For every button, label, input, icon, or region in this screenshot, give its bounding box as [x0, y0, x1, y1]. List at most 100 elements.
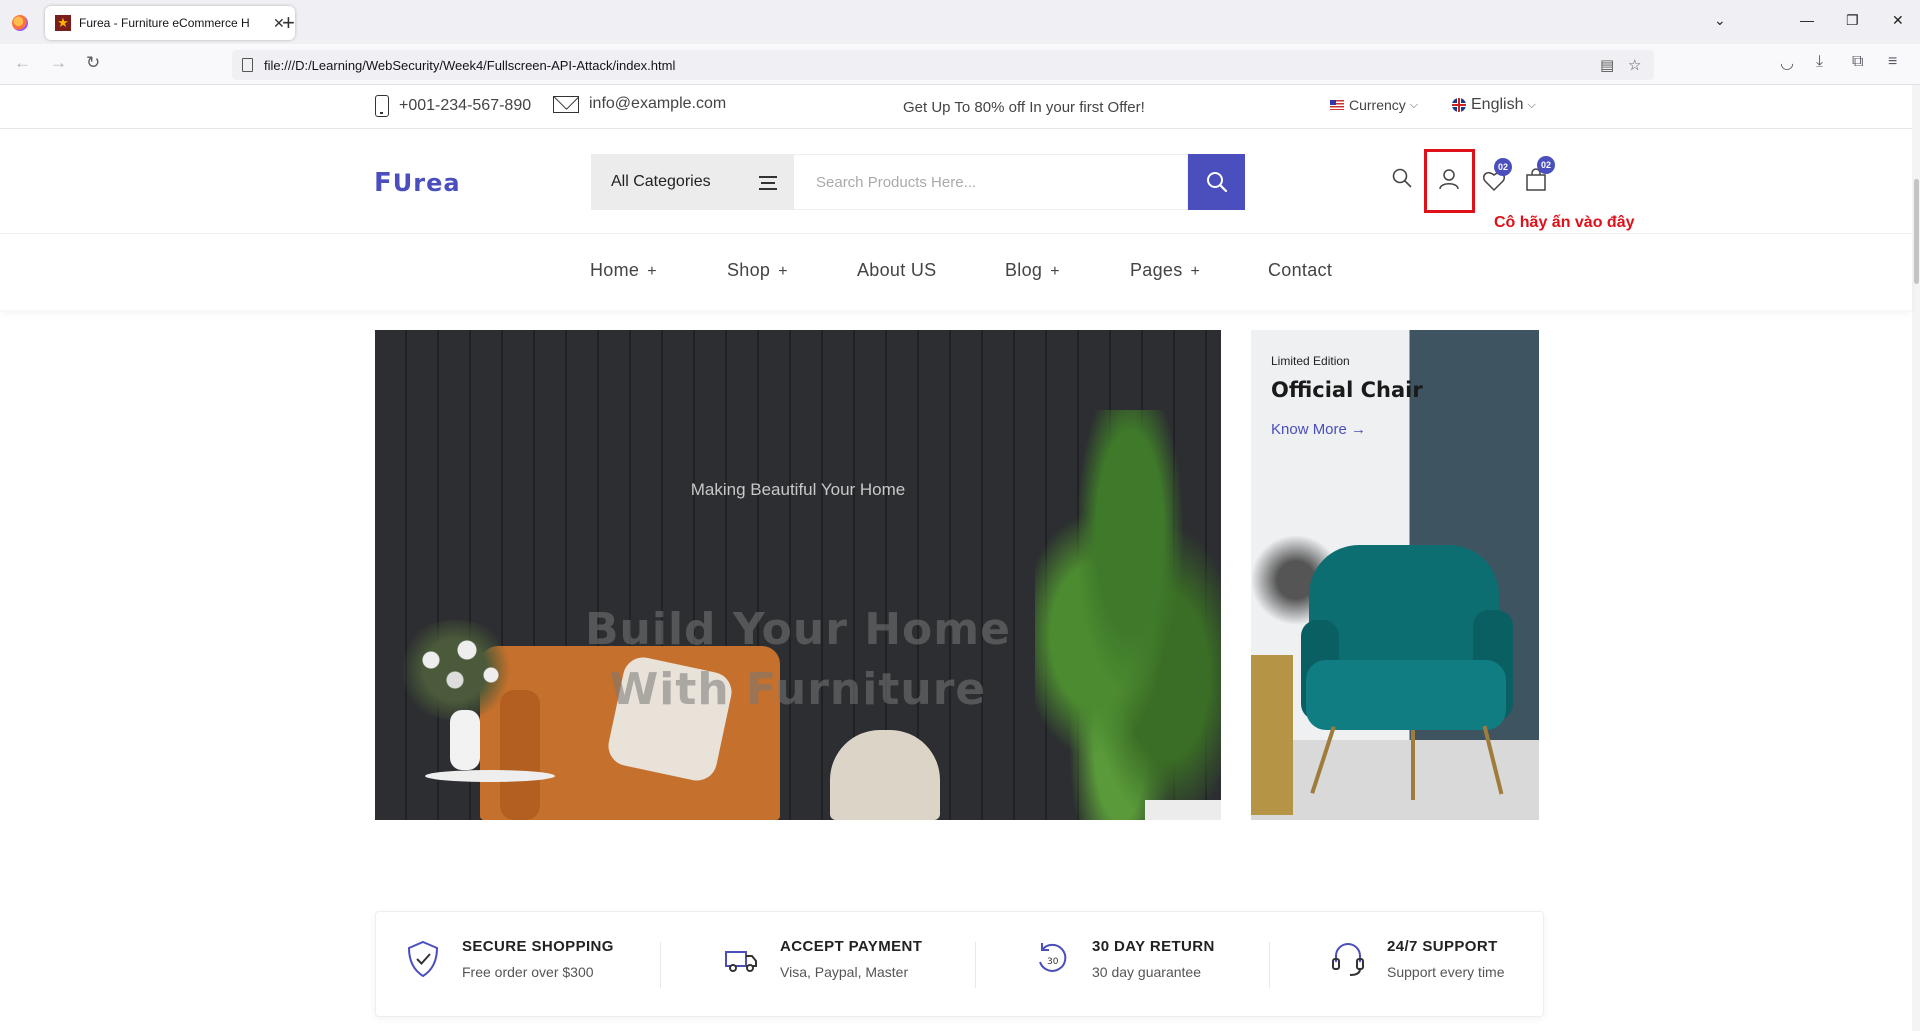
page-icon	[242, 58, 253, 72]
svg-text:30: 30	[1047, 957, 1059, 967]
search-icon	[1206, 172, 1227, 193]
chevron-down-icon: ⌵	[1527, 98, 1536, 111]
email-contact[interactable]: info@example.com	[553, 95, 726, 113]
chair-leg	[1411, 730, 1415, 800]
nav-item-pages[interactable]: Pages +	[1130, 260, 1200, 281]
nav-item-contact[interactable]: Contact	[1268, 260, 1332, 281]
page-scrollbar[interactable]	[1912, 85, 1920, 1031]
firefox-icon[interactable]	[12, 15, 28, 31]
downloads-icon[interactable]: ⤓	[1816, 53, 1823, 71]
promo-text: Get Up To 80% off In your first Offer!	[903, 99, 1145, 116]
mail-icon	[553, 95, 579, 113]
minimize-icon[interactable]: —	[1800, 12, 1814, 28]
side-banner-label: Limited Edition	[1271, 354, 1350, 368]
feature-title: 30 DAY RETURN	[1092, 938, 1215, 955]
header-search-icon[interactable]	[1392, 168, 1412, 188]
phone-number[interactable]: +001-234-567-890	[399, 97, 531, 115]
search-input[interactable]	[794, 154, 1188, 210]
cart-badge: 02	[1537, 156, 1555, 174]
side-banner-title: Official Chair	[1271, 378, 1423, 402]
uk-flag-icon	[1452, 98, 1466, 112]
main-navigation: Home + Shop + About US Blog + Pages + Contac…	[0, 234, 1912, 310]
nav-item-home[interactable]: Home +	[590, 260, 657, 281]
divider	[1269, 942, 1270, 988]
search-bar: All Categories	[591, 154, 1245, 210]
return-icon: 30	[1039, 943, 1067, 972]
highlight-box	[1424, 149, 1475, 213]
top-info-bar: +001-234-567-890 info@example.com Get Up…	[0, 85, 1912, 129]
plus-icon: +	[778, 263, 788, 280]
pot-image	[1145, 800, 1221, 820]
headset-icon	[1332, 943, 1364, 976]
feature-subtitle: Visa, Paypal, Master	[780, 964, 909, 980]
nav-item-blog[interactable]: Blog +	[1005, 260, 1060, 281]
browser-tab-bar: ★ Furea - Furniture eCommerce H ✕ + ⌄ — …	[0, 0, 1920, 44]
currency-label: Currency	[1349, 97, 1406, 113]
hero-subtitle: Making Beautiful Your Home	[690, 480, 906, 499]
extensions-icon[interactable]: ⧉	[1852, 53, 1863, 71]
site-header: FUrea All Categories 02 02 Cô hãy ấn vào…	[0, 130, 1912, 234]
wishlist-button[interactable]: 02	[1482, 158, 1512, 192]
divider	[975, 942, 976, 988]
scrollbar-thumb[interactable]	[1914, 179, 1919, 284]
email-address[interactable]: info@example.com	[589, 95, 726, 113]
hero-banner[interactable]: Making Beautiful Your Home Build Your Ho…	[375, 330, 1221, 820]
nav-item-about[interactable]: About US	[857, 260, 936, 281]
feature-title: 24/7 SUPPORT	[1387, 938, 1498, 955]
chevron-down-icon: ⌵	[1409, 98, 1419, 111]
wishlist-badge: 02	[1494, 158, 1512, 176]
pocket-icon[interactable]: ◡	[1780, 53, 1794, 73]
cart-button[interactable]: 02	[1525, 156, 1555, 192]
plus-icon: +	[1190, 263, 1201, 280]
close-window-icon[interactable]: ✕	[1892, 12, 1904, 29]
know-more-link[interactable]: Know More →	[1271, 421, 1366, 438]
divider	[660, 942, 661, 988]
forward-icon[interactable]: →	[50, 53, 67, 73]
back-icon[interactable]: ←	[14, 53, 31, 73]
language-dropdown[interactable]: English ⌵	[1452, 96, 1536, 114]
plus-icon: +	[647, 263, 657, 280]
feature-subtitle: Free order over $300	[462, 964, 594, 980]
plus-icon: +	[1050, 263, 1060, 280]
phone-icon	[375, 95, 389, 117]
url-text[interactable]: file:///D:/Learning/WebSecurity/Week4/Fu…	[264, 58, 675, 73]
side-table-image	[425, 770, 555, 782]
filter-lines-icon	[759, 176, 777, 194]
category-select[interactable]: All Categories	[591, 154, 794, 210]
site-logo[interactable]: FUrea	[374, 168, 461, 198]
feature-item: 30 30 DAY RETURN 30 day guarantee	[1036, 938, 1215, 980]
menu-icon[interactable]: ≡	[1888, 53, 1897, 71]
chair-seat-image	[1306, 660, 1506, 730]
annotation-text: Cô hãy ấn vào đây	[1494, 214, 1635, 231]
language-label: English	[1471, 96, 1524, 113]
nav-item-shop[interactable]: Shop +	[727, 260, 788, 281]
search-button[interactable]	[1188, 154, 1245, 210]
tab-favicon-icon: ★	[55, 15, 71, 31]
us-flag-icon	[1330, 100, 1344, 110]
currency-dropdown[interactable]: Currency ⌵	[1330, 97, 1418, 113]
truck-icon	[725, 951, 757, 972]
address-bar[interactable]: file:///D:/Learning/WebSecurity/Week4/Fu…	[232, 50, 1654, 80]
feature-item: ACCEPT PAYMENT Visa, Paypal, Master	[724, 938, 922, 980]
reader-view-icon[interactable]: ▤	[1600, 56, 1614, 74]
shield-check-icon	[407, 940, 439, 978]
feature-title: ACCEPT PAYMENT	[780, 938, 923, 955]
list-all-tabs-icon[interactable]: ⌄	[1714, 12, 1726, 29]
bookmark-star-icon[interactable]: ☆	[1628, 56, 1641, 74]
stool-image	[830, 730, 940, 820]
features-strip: SECURE SHOPPING Free order over $300 ACC…	[375, 911, 1544, 1017]
feature-subtitle: Support every time	[1387, 964, 1505, 980]
category-label: All Categories	[611, 173, 711, 190]
side-banner[interactable]: Limited Edition Official Chair Know More…	[1251, 330, 1539, 820]
new-tab-button[interactable]: +	[282, 10, 295, 36]
browser-toolbar: ← → ↻ file:///D:/Learning/WebSecurity/We…	[0, 44, 1920, 85]
gold-table-image	[1251, 655, 1293, 815]
feature-subtitle: 30 day guarantee	[1092, 964, 1201, 980]
reload-icon[interactable]: ↻	[86, 53, 100, 73]
browser-tab[interactable]: ★ Furea - Furniture eCommerce H ✕	[45, 6, 295, 40]
phone-contact[interactable]: +001-234-567-890	[375, 95, 531, 117]
feature-item: 24/7 SUPPORT Support every time	[1331, 938, 1505, 980]
restore-icon[interactable]: ❐	[1846, 12, 1859, 29]
feature-item: SECURE SHOPPING Free order over $300	[406, 938, 614, 980]
feature-title: SECURE SHOPPING	[462, 938, 614, 955]
